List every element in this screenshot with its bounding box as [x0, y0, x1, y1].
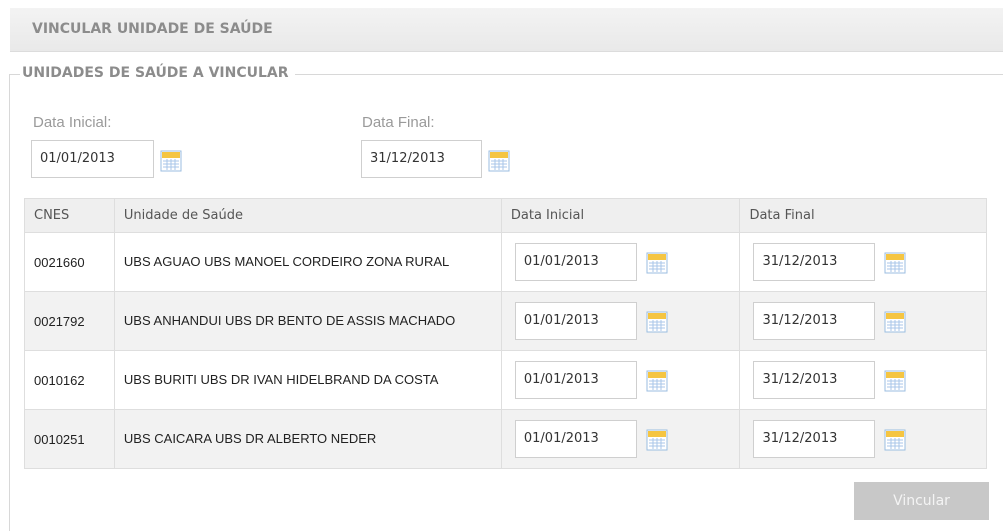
- table-row: 0010162 UBS BURITI UBS DR IVAN HIDELBRAN…: [24, 350, 987, 410]
- end-date-cell: 31/12/2013: [739, 409, 987, 469]
- calendar-icon[interactable]: [488, 150, 510, 172]
- calendar-icon[interactable]: [884, 429, 906, 451]
- unit-name: UBS CAICARA UBS DR ALBERTO NEDER: [123, 431, 377, 446]
- page-header: VINCULAR UNIDADE DE SAÚDE: [10, 8, 1003, 52]
- column-header-unit: Unidade de Saúde: [113, 198, 502, 233]
- column-header-cnes: CNES: [24, 198, 115, 233]
- row-end-date-input[interactable]: 31/12/2013: [753, 420, 876, 458]
- start-date-cell: 01/01/2013: [500, 409, 741, 469]
- calendar-icon[interactable]: [646, 429, 668, 451]
- cnes-cell: 0021660: [24, 232, 115, 292]
- calendar-icon[interactable]: [646, 252, 668, 274]
- cnes-cell: 0010251: [24, 409, 115, 469]
- unit-cell: UBS ANHANDUI UBS DR BENTO DE ASSIS MACHA…: [113, 291, 502, 351]
- unit-name: UBS ANHANDUI UBS DR BENTO DE ASSIS MACHA…: [123, 313, 456, 328]
- end-date-input[interactable]: 31/12/2013: [361, 140, 482, 178]
- start-date-cell: 01/01/2013: [500, 350, 741, 410]
- end-date-label: Data Final:: [362, 114, 435, 131]
- end-date-cell: 31/12/2013: [739, 291, 987, 351]
- row-start-date-input[interactable]: 01/01/2013: [514, 302, 637, 340]
- start-date-input[interactable]: 01/01/2013: [31, 140, 154, 178]
- row-end-date-input[interactable]: 31/12/2013: [753, 243, 876, 281]
- table-header-row: CNES Unidade de Saúde Data Inicial Data …: [24, 198, 987, 233]
- calendar-icon[interactable]: [160, 150, 182, 172]
- table-row: 0021660 UBS AGUAO UBS MANOEL CORDEIRO ZO…: [24, 232, 987, 292]
- table-row: 0010251 UBS CAICARA UBS DR ALBERTO NEDER…: [24, 409, 987, 469]
- unit-name: UBS AGUAO UBS MANOEL CORDEIRO ZONA RURAL: [123, 254, 450, 269]
- fieldset-legend: UNIDADES DE SAÚDE A VINCULAR: [20, 65, 295, 81]
- calendar-icon[interactable]: [884, 370, 906, 392]
- unit-cell: UBS CAICARA UBS DR ALBERTO NEDER: [113, 409, 502, 469]
- units-table: CNES Unidade de Saúde Data Inicial Data …: [24, 198, 987, 469]
- row-start-date-input[interactable]: 01/01/2013: [514, 243, 637, 281]
- unit-cell: UBS BURITI UBS DR IVAN HIDELBRAND DA COS…: [113, 350, 502, 410]
- unit-name: UBS BURITI UBS DR IVAN HIDELBRAND DA COS…: [123, 372, 439, 387]
- start-date-cell: 01/01/2013: [500, 291, 741, 351]
- end-date-cell: 31/12/2013: [739, 232, 987, 292]
- cnes-cell: 0021792: [24, 291, 115, 351]
- row-start-date-input[interactable]: 01/01/2013: [514, 420, 637, 458]
- cnes-cell: 0010162: [24, 350, 115, 410]
- page-title: VINCULAR UNIDADE DE SAÚDE: [32, 21, 273, 37]
- start-date-cell: 01/01/2013: [500, 232, 741, 292]
- row-start-date-input[interactable]: 01/01/2013: [514, 361, 637, 399]
- table-row: 0021792 UBS ANHANDUI UBS DR BENTO DE ASS…: [24, 291, 987, 351]
- calendar-icon[interactable]: [646, 311, 668, 333]
- start-date-label: Data Inicial:: [33, 114, 112, 131]
- end-date-cell: 31/12/2013: [739, 350, 987, 410]
- calendar-icon[interactable]: [646, 370, 668, 392]
- calendar-icon[interactable]: [884, 311, 906, 333]
- column-header-end-date: Data Final: [739, 198, 987, 233]
- calendar-icon[interactable]: [884, 252, 906, 274]
- row-end-date-input[interactable]: 31/12/2013: [753, 361, 876, 399]
- unit-cell: UBS AGUAO UBS MANOEL CORDEIRO ZONA RURAL: [113, 232, 502, 292]
- vincular-button[interactable]: Vincular: [854, 482, 989, 520]
- column-header-start-date: Data Inicial: [500, 198, 741, 233]
- row-end-date-input[interactable]: 31/12/2013: [753, 302, 876, 340]
